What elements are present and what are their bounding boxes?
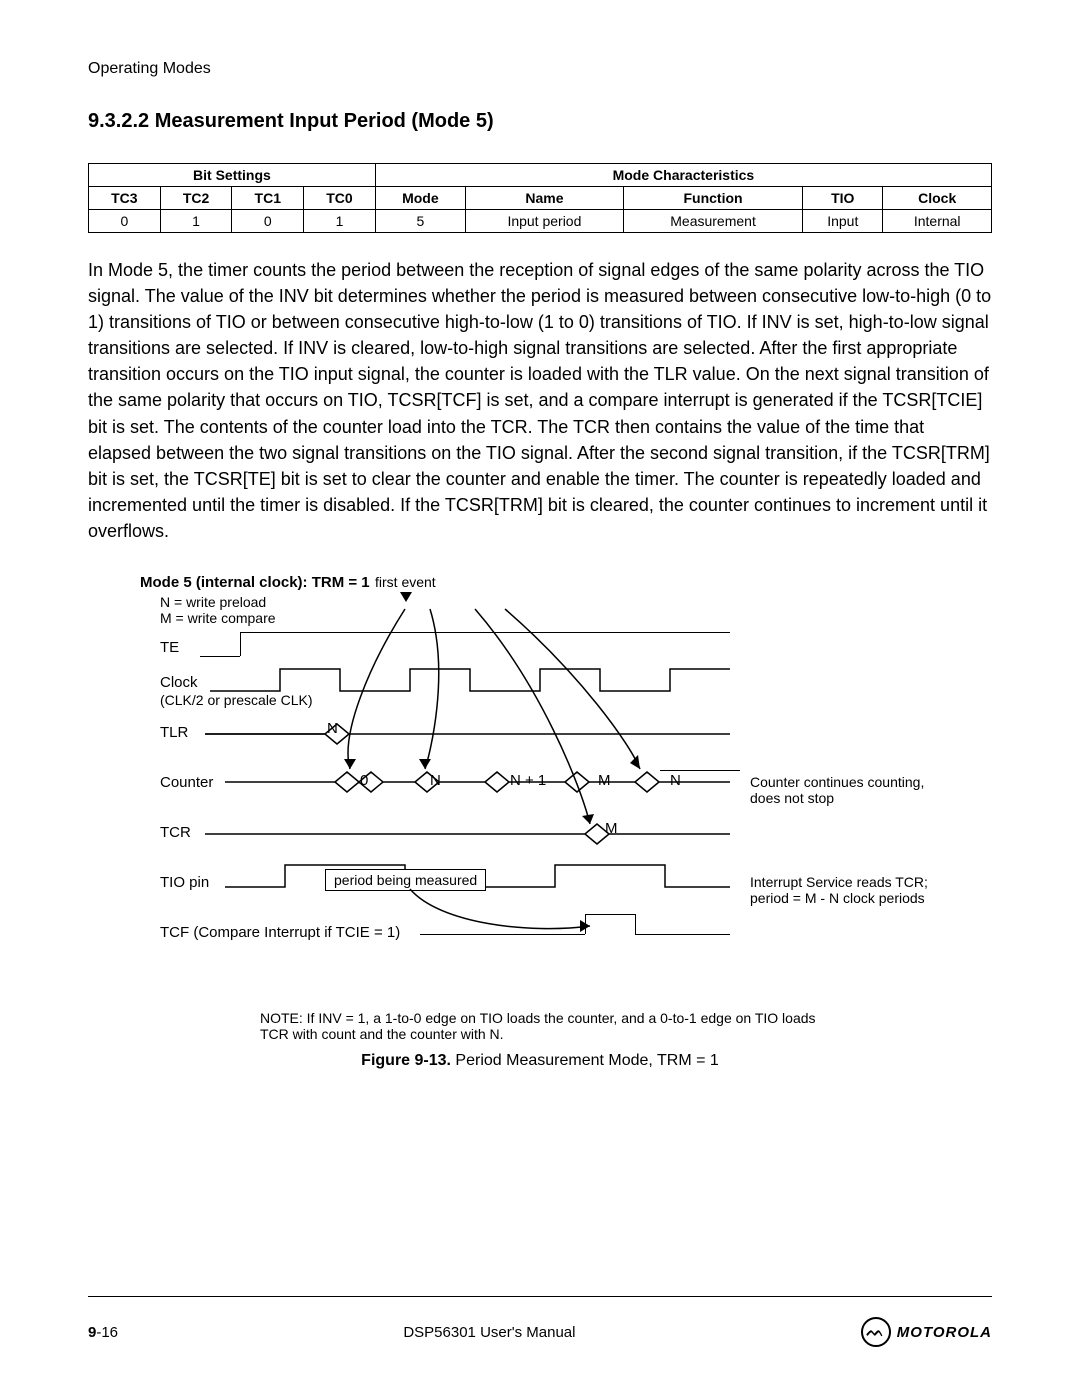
label-clock: Clock: [160, 674, 198, 691]
cell-tc3: 0: [89, 210, 161, 233]
first-event-label: first event: [375, 574, 436, 590]
side-note-2: Interrupt Service reads TCR; period = M …: [750, 874, 940, 906]
col-group-bitsettings: Bit Settings: [89, 164, 376, 187]
col-tc3: TC3: [89, 187, 161, 210]
table-row: 0 1 0 1 5 Input period Measurement Input…: [89, 210, 992, 233]
timing-diagram: Mode 5 (internal clock): TRM = 1 first e…: [130, 574, 950, 1004]
motorola-m-icon: ᨓ: [861, 1317, 891, 1347]
label-tlr: TLR: [160, 724, 188, 741]
figure-caption-text: Period Measurement Mode, TRM = 1: [451, 1052, 719, 1069]
motorola-brand-text: MOTOROLA: [897, 1324, 992, 1341]
col-tc0: TC0: [304, 187, 376, 210]
motorola-logo: ᨓ MOTOROLA: [861, 1317, 992, 1347]
cell-tc2: 1: [160, 210, 232, 233]
side-note-1: Counter continues counting, does not sto…: [750, 774, 940, 806]
arrow-down-icon: [400, 592, 412, 602]
col-name: Name: [465, 187, 623, 210]
col-mode: Mode: [375, 187, 465, 210]
col-tc2: TC2: [160, 187, 232, 210]
page-in-chapter: -16: [96, 1324, 118, 1341]
col-group-modechar: Mode Characteristics: [375, 164, 991, 187]
cell-clock: Internal: [883, 210, 992, 233]
cell-mode: 5: [375, 210, 465, 233]
cell-tio: Input: [803, 210, 883, 233]
col-tc1: TC1: [232, 187, 304, 210]
legend-n: N = write preload: [160, 594, 266, 610]
page-number: 9-16: [88, 1324, 118, 1341]
legend-m: M = write compare: [160, 610, 276, 626]
page-footer: 9-16 DSP56301 User's Manual ᨓ MOTOROLA: [88, 1296, 992, 1347]
label-counter: Counter: [160, 774, 213, 791]
section-heading: 9.3.2.2 Measurement Input Period (Mode 5…: [88, 110, 992, 133]
mode-table: Bit Settings Mode Characteristics TC3 TC…: [88, 163, 992, 233]
figure-note: NOTE: If INV = 1, a 1-to-0 edge on TIO l…: [260, 1010, 820, 1042]
manual-title: DSP56301 User's Manual: [403, 1324, 575, 1341]
running-header: Operating Modes: [88, 60, 992, 78]
figure-caption: Figure 9-13. Period Measurement Mode, TR…: [88, 1052, 992, 1070]
label-tcf: TCF (Compare Interrupt if TCIE = 1): [160, 924, 400, 941]
col-tio: TIO: [803, 187, 883, 210]
label-te: TE: [160, 639, 179, 656]
body-paragraph: In Mode 5, the timer counts the period b…: [88, 257, 992, 544]
figure-number: Figure 9-13.: [361, 1052, 451, 1069]
label-tcr: TCR: [160, 824, 191, 841]
label-tiopin: TIO pin: [160, 874, 209, 891]
cell-tc1: 0: [232, 210, 304, 233]
cell-function: Measurement: [623, 210, 802, 233]
col-function: Function: [623, 187, 802, 210]
col-clock: Clock: [883, 187, 992, 210]
arrow-curves: [280, 604, 680, 964]
figure-title: Mode 5 (internal clock): TRM = 1: [140, 574, 370, 591]
cell-tc0: 1: [304, 210, 376, 233]
cell-name: Input period: [465, 210, 623, 233]
